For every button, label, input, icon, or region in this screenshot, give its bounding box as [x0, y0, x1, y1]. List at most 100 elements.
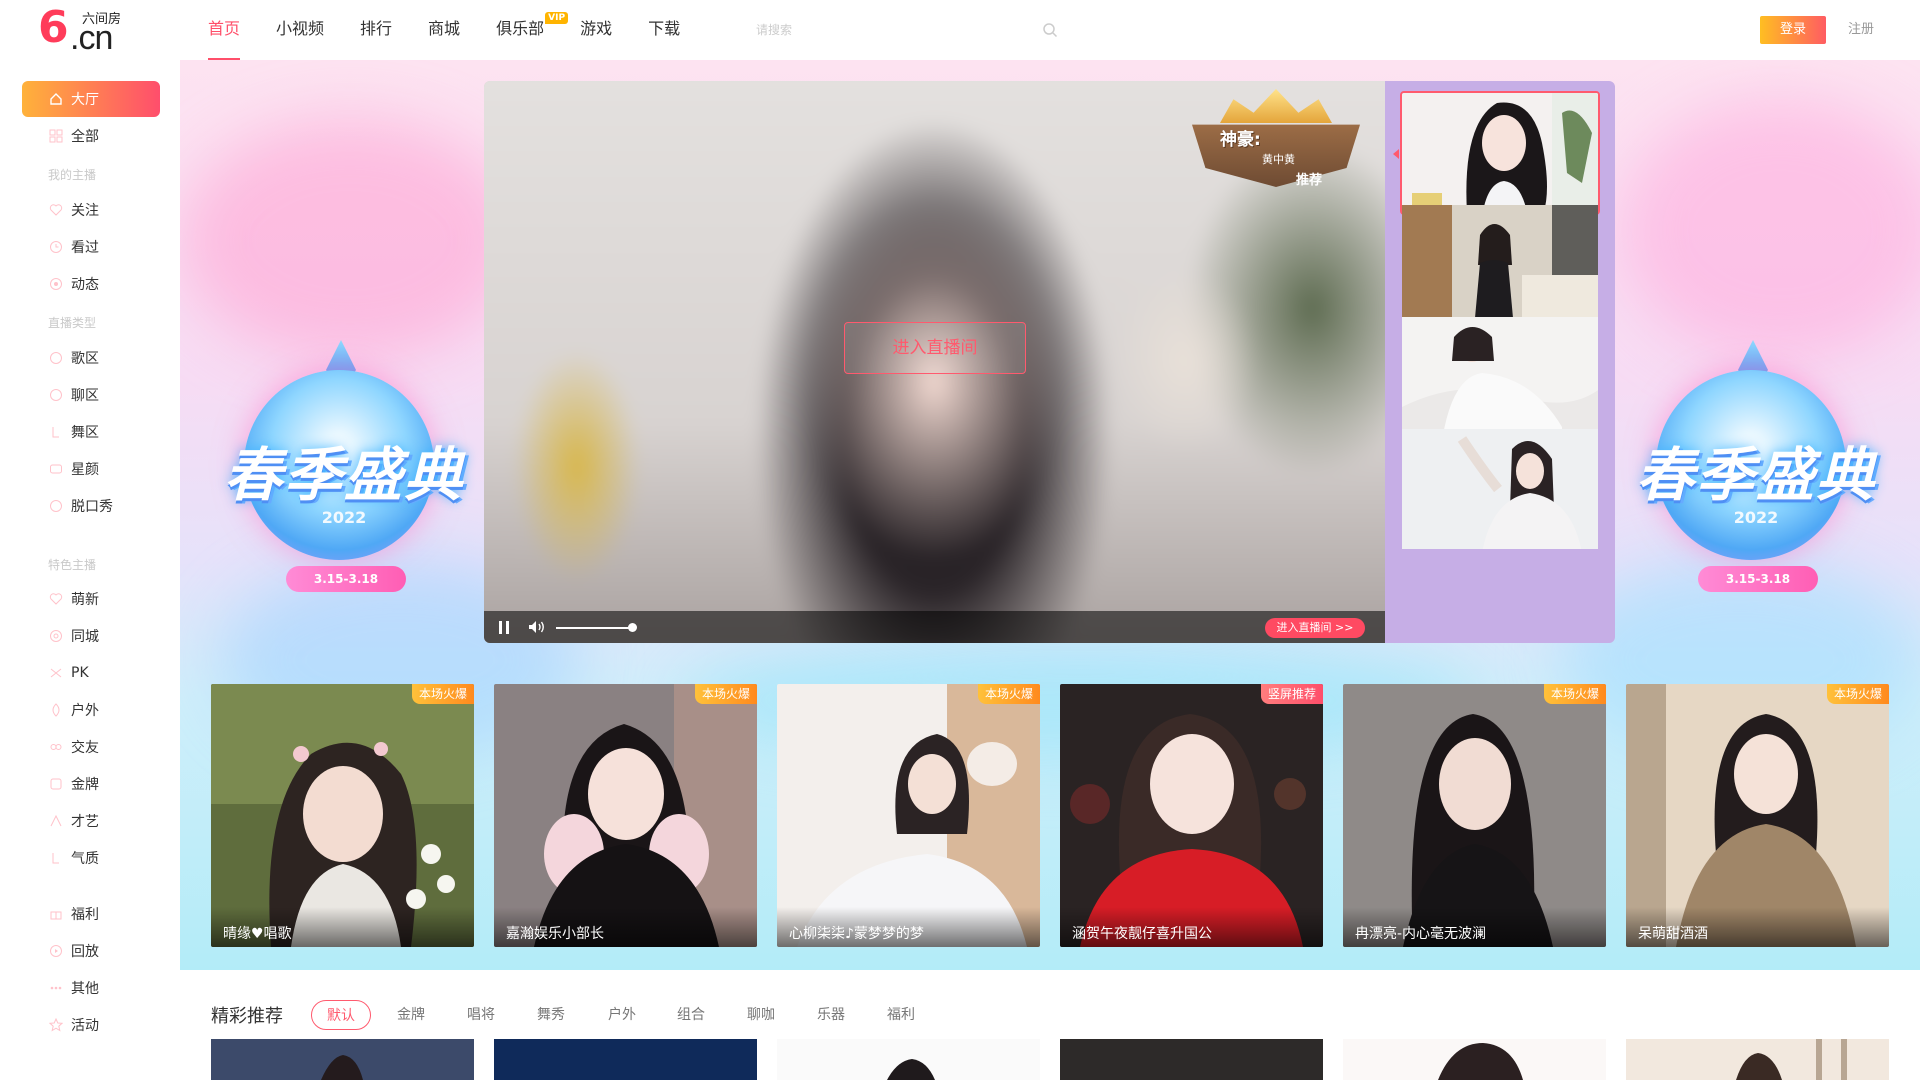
hot-badge: 本场火爆 [1826, 684, 1889, 704]
featured-card[interactable]: 本场火爆 呆萌甜酒酒 [1626, 684, 1889, 947]
sidebar-item-hall[interactable]: 大厅 [22, 81, 160, 117]
sidebar-item-welfare[interactable]: 福利 [22, 896, 160, 932]
top-header: 6 六间房 .cn 首页 小视频 排行 商城 俱乐部 VIP 游戏 下载 登录 … [0, 0, 1920, 60]
tab-group[interactable]: 组合 [677, 1000, 705, 1030]
featured-card[interactable]: 竖屏推荐 涵贺午夜靓仔喜升国公 [1060, 684, 1323, 947]
star-icon [49, 1018, 63, 1032]
sidebar-item-label: 关注 [71, 203, 99, 219]
recommend-card[interactable] [1626, 1039, 1889, 1080]
live-thumbnail[interactable] [1400, 203, 1600, 327]
tab-gold[interactable]: 金牌 [397, 1000, 425, 1030]
featured-card[interactable]: 本场火爆 嘉瀚娱乐小部长 [494, 684, 757, 947]
tab-instrument[interactable]: 乐器 [817, 1000, 845, 1030]
sidebar-item-talkshow[interactable]: 脱口秀 [22, 488, 160, 524]
sidebar-item-cute[interactable]: 萌新 [22, 581, 160, 617]
clock-icon [50, 241, 62, 253]
sidebar-item-label: 金牌 [71, 777, 99, 793]
sidebar-item-events[interactable]: 活动 [22, 1007, 160, 1043]
sidebar-item-star[interactable]: 星颜 [22, 451, 160, 487]
nav-home[interactable]: 首页 [208, 0, 241, 60]
pause-icon[interactable] [498, 621, 510, 634]
anchor-photo [1060, 1039, 1323, 1080]
sidebar-item-other[interactable]: 其他 [22, 970, 160, 1006]
sidebar-item-chat[interactable]: 聊区 [22, 377, 160, 413]
sidebar-item-label: 福利 [71, 907, 99, 923]
vip-crown-badge: 神豪: 黄中黄 推荐 [1180, 89, 1372, 199]
nav-download[interactable]: 下载 [648, 0, 680, 60]
anchor-name: 心柳柒柒♪蒙梦梦的梦 [777, 907, 1040, 947]
sidebar-item-label: 同城 [71, 629, 99, 645]
sidebar: 大厅 全部 我的主播 关注 看过 动态 直播类型 歌区 聊区 舞区 星颜 脱口秀… [0, 60, 180, 1080]
recommend-card[interactable] [211, 1039, 474, 1080]
live-thumbnail-strip [1385, 81, 1615, 643]
gift-icon [50, 911, 62, 920]
sidebar-item-label: PK [71, 665, 89, 681]
recommend-card[interactable] [1343, 1039, 1606, 1080]
tab-default[interactable]: 默认 [311, 1000, 371, 1030]
sidebar-item-singing[interactable]: 歌区 [22, 340, 160, 376]
event-banner-left[interactable]: 春季盛典 2022 3.15-3.18 [204, 340, 484, 620]
nav-club[interactable]: 俱乐部 VIP [496, 0, 569, 60]
live-thumbnail[interactable] [1400, 427, 1600, 551]
pk-icon [50, 668, 62, 678]
sidebar-item-gold[interactable]: 金牌 [22, 766, 160, 802]
featured-card[interactable]: 本场火爆 冉漂亮-内心毫无波澜 [1343, 684, 1606, 947]
dance-icon [52, 427, 59, 438]
event-date-pill: 3.15-3.18 [1698, 566, 1818, 592]
live-video-player[interactable]: 神豪: 黄中黄 推荐 进入直播间 进入直播间 >> [484, 81, 1385, 643]
enter-live-room-button[interactable]: 进入直播间 [844, 322, 1026, 374]
sidebar-item-dance[interactable]: 舞区 [22, 414, 160, 450]
featured-card[interactable]: 本场火爆 晴缘♥唱歌 [211, 684, 474, 947]
sidebar-item-label: 动态 [71, 277, 99, 293]
enter-live-room-link[interactable]: 进入直播间 >> [1265, 618, 1365, 638]
nav-games[interactable]: 游戏 [580, 0, 612, 60]
tab-singer[interactable]: 唱将 [467, 1000, 495, 1030]
volume-icon[interactable] [528, 620, 546, 634]
recommend-card[interactable] [1060, 1039, 1323, 1080]
login-button[interactable]: 登录 [1760, 16, 1826, 44]
register-link[interactable]: 注册 [1848, 16, 1874, 44]
sidebar-item-temperament[interactable]: 气质 [22, 840, 160, 876]
featured-card[interactable]: 本场火爆 心柳柒柒♪蒙梦梦的梦 [777, 684, 1040, 947]
anchor-photo [777, 1039, 1040, 1080]
sidebar-item-outdoor[interactable]: 户外 [22, 692, 160, 728]
event-year: 2022 [321, 508, 367, 527]
tab-outdoor[interactable]: 户外 [608, 1000, 636, 1030]
nav-short-video[interactable]: 小视频 [276, 0, 324, 60]
sidebar-item-label: 其他 [71, 981, 99, 997]
live-thumbnail[interactable] [1400, 315, 1600, 439]
sidebar-item-follow[interactable]: 关注 [22, 192, 160, 228]
event-title: 春季盛典 [223, 441, 464, 509]
recommend-card[interactable] [777, 1039, 1040, 1080]
chat-icon [50, 389, 62, 401]
sidebar-item-moments[interactable]: 动态 [22, 266, 160, 302]
nav-mall[interactable]: 商城 [428, 0, 460, 60]
nav-ranking[interactable]: 排行 [360, 0, 392, 60]
search-icon[interactable] [1042, 22, 1058, 38]
anchor-name: 嘉瀚娱乐小部长 [494, 907, 757, 947]
sidebar-item-local[interactable]: 同城 [22, 618, 160, 654]
crown-title: 神豪: [1220, 130, 1261, 150]
sidebar-item-watched[interactable]: 看过 [22, 229, 160, 265]
site-logo[interactable]: 6 六间房 .cn [38, 4, 134, 57]
volume-slider-track[interactable] [556, 627, 632, 629]
portrait-recommend-badge: 竖屏推荐 [1260, 684, 1323, 704]
sidebar-item-label: 聊区 [71, 388, 99, 404]
recommend-card[interactable] [494, 1039, 757, 1080]
sidebar-item-dating[interactable]: 交友 [22, 729, 160, 765]
search-input[interactable] [756, 16, 1066, 44]
thumbnail-image [1402, 93, 1598, 213]
event-banner-right[interactable]: 春季盛典 2022 3.15-3.18 [1616, 340, 1896, 620]
sidebar-item-talent[interactable]: 才艺 [22, 803, 160, 839]
sidebar-item-all[interactable]: 全部 [22, 118, 160, 154]
live-thumbnail[interactable] [1400, 91, 1600, 215]
section-heading-special: 特色主播 [48, 558, 97, 572]
talent-icon [50, 814, 62, 827]
tab-dance[interactable]: 舞秀 [537, 1000, 565, 1030]
volume-slider-handle[interactable] [628, 623, 637, 632]
sidebar-item-replay[interactable]: 回放 [22, 933, 160, 969]
tab-chat[interactable]: 聊咖 [747, 1000, 775, 1030]
tab-welfare[interactable]: 福利 [887, 1000, 915, 1030]
sidebar-item-pk[interactable]: PK [22, 655, 160, 691]
sidebar-item-label: 全部 [71, 129, 99, 145]
